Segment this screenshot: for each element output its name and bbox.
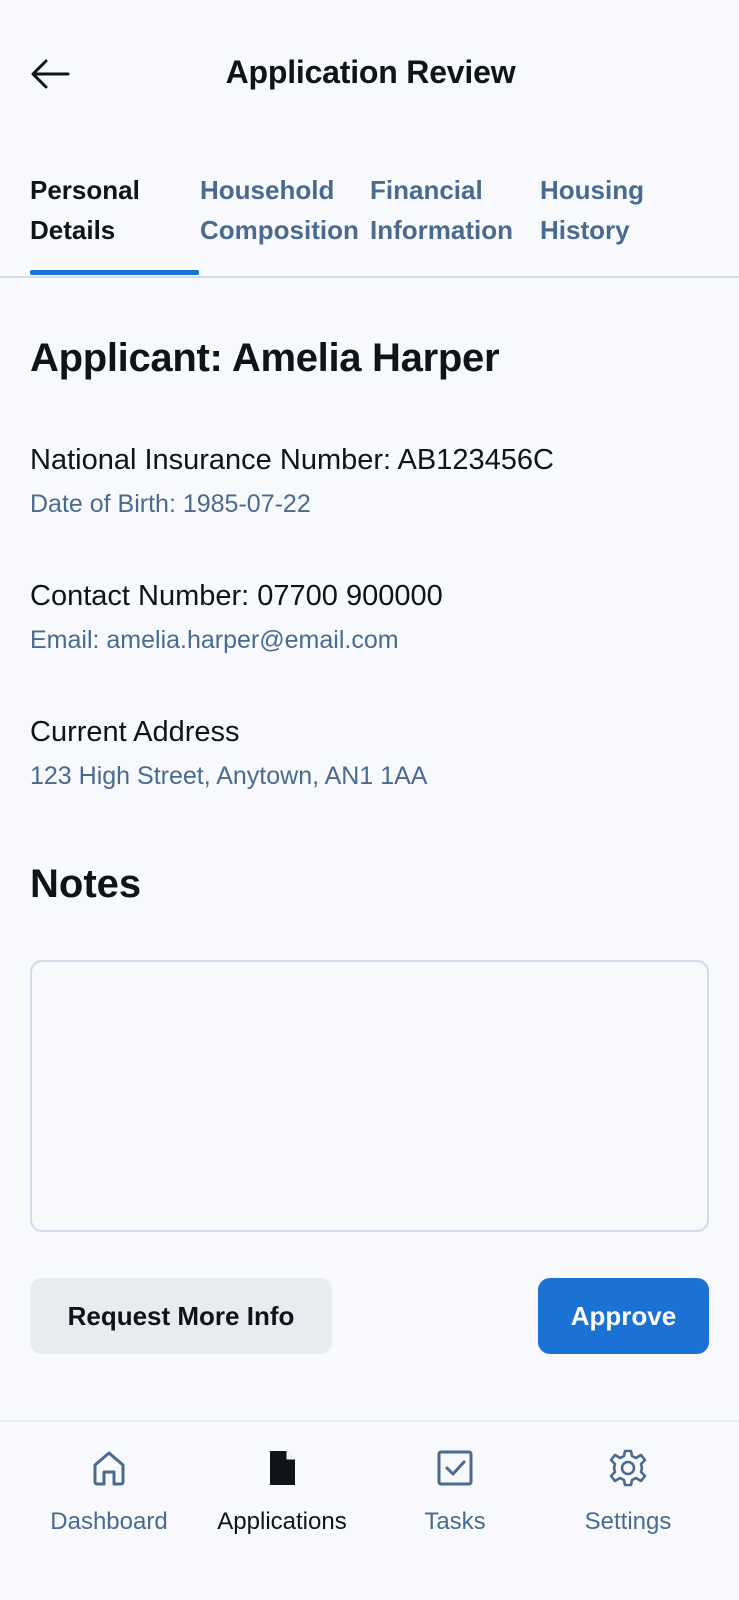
active-tab-indicator bbox=[30, 270, 199, 275]
bottom-navigation: Dashboard Applications Tasks Settings bbox=[0, 1420, 739, 1600]
nav-label-dashboard: Dashboard bbox=[50, 1508, 168, 1535]
page-title: Application Review bbox=[225, 54, 516, 90]
app-screen: Application Review Personal Details Hous… bbox=[0, 0, 739, 1600]
nav-settings[interactable]: Settings bbox=[538, 1448, 718, 1558]
tab-household-composition[interactable]: Household Composition bbox=[200, 170, 359, 250]
notes-textarea[interactable] bbox=[30, 960, 709, 1232]
gear-icon bbox=[608, 1448, 648, 1488]
nav-label-settings: Settings bbox=[584, 1508, 672, 1535]
nav-dashboard[interactable]: Dashboard bbox=[19, 1448, 199, 1558]
checkbox-icon bbox=[435, 1448, 475, 1488]
contact-number: Contact Number: 07700 900000 bbox=[30, 580, 443, 612]
document-icon bbox=[262, 1448, 302, 1488]
nav-label-tasks: Tasks bbox=[424, 1508, 486, 1535]
tab-personal-details[interactable]: Personal Details bbox=[30, 170, 140, 250]
approve-button[interactable]: Approve bbox=[538, 1278, 709, 1354]
request-more-info-button[interactable]: Request More Info bbox=[30, 1278, 332, 1354]
app-header: Application Review bbox=[0, 0, 739, 150]
home-icon bbox=[89, 1448, 129, 1488]
ni-number: National Insurance Number: AB123456C bbox=[30, 444, 554, 476]
nav-applications[interactable]: Applications bbox=[192, 1448, 372, 1558]
nav-label-applications: Applications bbox=[217, 1508, 347, 1535]
address-value: 123 High Street, Anytown, AN1 1AA bbox=[30, 762, 428, 790]
date-of-birth: Date of Birth: 1985-07-22 bbox=[30, 490, 311, 518]
address-label: Current Address bbox=[30, 716, 240, 748]
tab-bar: Personal Details Household Composition F… bbox=[0, 160, 739, 278]
nav-tasks[interactable]: Tasks bbox=[365, 1448, 545, 1558]
notes-heading: Notes bbox=[30, 862, 142, 906]
tab-housing-history[interactable]: Housing History bbox=[540, 170, 644, 250]
tab-financial-information[interactable]: Financial Information bbox=[370, 170, 513, 250]
email: Email: amelia.harper@email.com bbox=[30, 626, 399, 654]
applicant-heading: Applicant: Amelia Harper bbox=[30, 336, 500, 380]
